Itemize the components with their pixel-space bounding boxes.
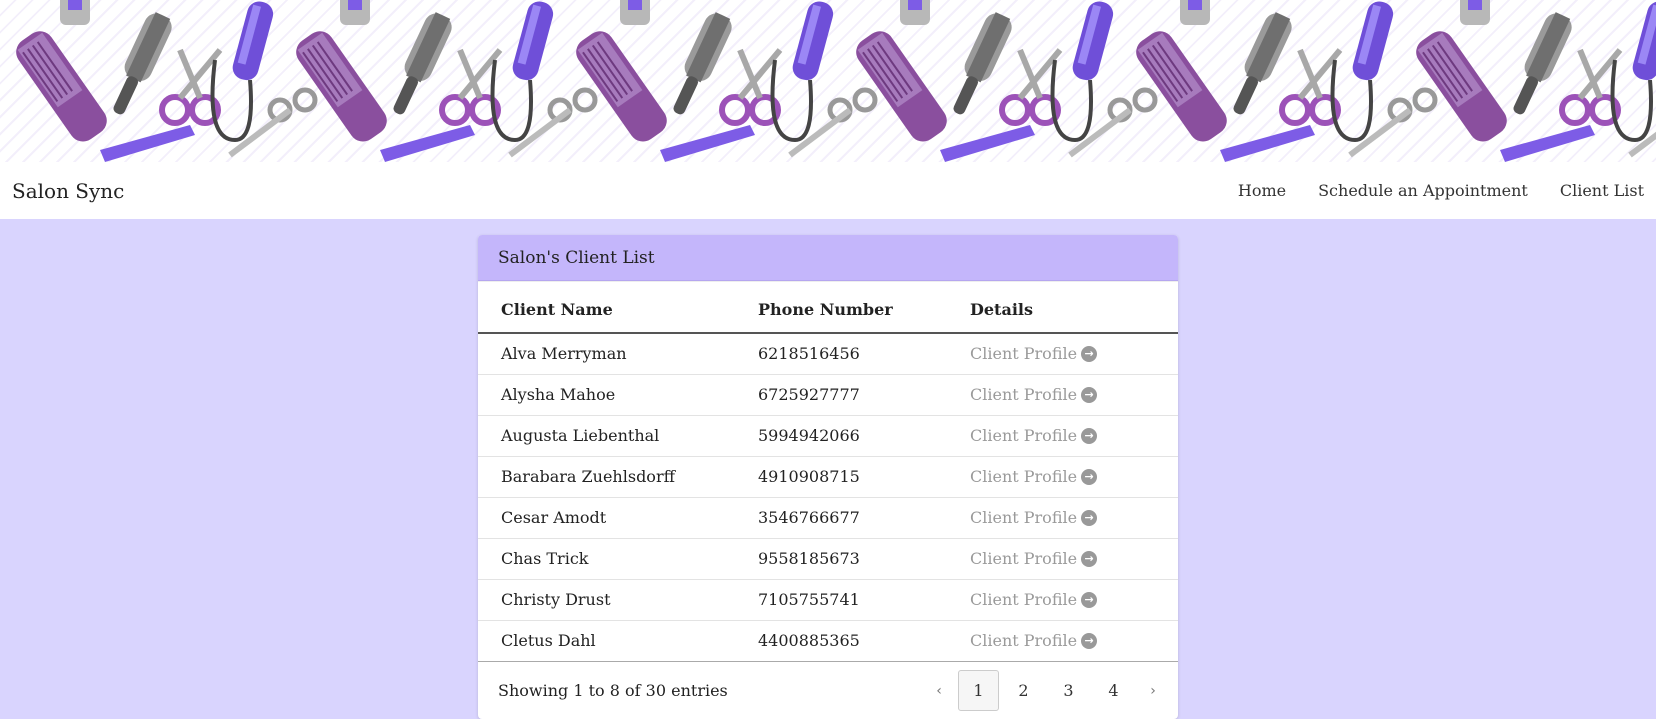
phone-number-cell: 4910908715 xyxy=(735,456,947,498)
details-cell: Client Profile → xyxy=(947,415,1178,457)
client-profile-link[interactable]: Client Profile → xyxy=(970,508,1098,527)
pagination-page-3[interactable]: 3 xyxy=(1048,670,1089,711)
client-profile-label: Client Profile xyxy=(970,467,1078,486)
column-header-details[interactable]: Details xyxy=(947,287,1178,334)
arrow-circle-right-icon: → xyxy=(1081,427,1098,444)
client-profile-label: Client Profile xyxy=(970,590,1078,609)
client-table-wrapper: Client Name Phone Number Details Alva Me… xyxy=(478,281,1178,662)
table-header-row: Client Name Phone Number Details xyxy=(478,287,1178,334)
client-table-body: Alva Merryman 6218516456 Client Profile → Al… xyxy=(478,333,1178,662)
card-title: Salon's Client List xyxy=(478,235,1178,281)
pagination-next-button[interactable]: › xyxy=(1138,670,1168,711)
nav-schedule-appointment-link[interactable]: Schedule an Appointment xyxy=(1318,181,1528,200)
brand-title[interactable]: Salon Sync xyxy=(12,179,124,203)
column-header-phone-number[interactable]: Phone Number xyxy=(735,287,947,334)
client-name-cell: Augusta Liebenthal xyxy=(478,415,735,457)
phone-number-cell: 3546766677 xyxy=(735,497,947,539)
nav-links: Home Schedule an Appointment Client List xyxy=(1206,181,1644,200)
arrow-circle-right-icon: → xyxy=(1081,550,1098,567)
arrow-circle-right-icon: → xyxy=(1081,591,1098,608)
client-profile-link[interactable]: Client Profile → xyxy=(970,549,1098,568)
details-cell: Client Profile → xyxy=(947,456,1178,498)
phone-number-cell: 9558185673 xyxy=(735,538,947,580)
client-profile-label: Client Profile xyxy=(970,508,1078,527)
salon-tools-pattern xyxy=(0,0,1656,162)
client-profile-link[interactable]: Client Profile → xyxy=(970,385,1098,404)
client-profile-label: Client Profile xyxy=(970,426,1078,445)
client-profile-label: Client Profile xyxy=(970,344,1078,364)
client-profile-link[interactable]: Client Profile → xyxy=(970,344,1098,364)
pagination-page-2[interactable]: 2 xyxy=(1003,670,1044,711)
phone-number-cell: 6725927777 xyxy=(735,374,947,416)
phone-number-cell: 5994942066 xyxy=(735,415,947,457)
client-profile-link[interactable]: Client Profile → xyxy=(970,426,1098,445)
client-profile-link[interactable]: Client Profile → xyxy=(970,631,1098,650)
table-row: Barabara Zuehlsdorff 4910908715 Client Pro… xyxy=(478,456,1178,498)
table-row: Augusta Liebenthal 5994942066 Client Profi… xyxy=(478,415,1178,457)
pagination-page-1[interactable]: 1 xyxy=(958,670,999,711)
client-table: Client Name Phone Number Details Alva Me… xyxy=(478,287,1178,662)
table-row: Chas Trick 9558185673 Client Profile → xyxy=(478,538,1178,580)
pagination-previous-button[interactable]: ‹ xyxy=(924,670,954,711)
pagination: ‹ 1 2 3 4 › xyxy=(920,670,1168,711)
nav-client-list-link[interactable]: Client List xyxy=(1560,181,1644,200)
client-name-cell: Alva Merryman xyxy=(478,333,735,375)
header-banner-image xyxy=(0,0,1656,162)
client-profile-label: Client Profile xyxy=(970,385,1078,404)
details-cell: Client Profile → xyxy=(947,620,1178,662)
arrow-circle-right-icon: → xyxy=(1081,386,1098,403)
client-profile-link[interactable]: Client Profile → xyxy=(970,590,1098,609)
table-row: Alysha Mahoe 6725927777 Client Profile → xyxy=(478,374,1178,416)
navbar: Salon Sync Home Schedule an Appointment … xyxy=(0,162,1656,219)
details-cell: Client Profile → xyxy=(947,538,1178,580)
table-footer: Showing 1 to 8 of 30 entries ‹ 1 2 3 4 › xyxy=(478,662,1178,719)
table-row: Cletus Dahl 4400885365 Client Profile → xyxy=(478,620,1178,662)
phone-number-cell: 4400885365 xyxy=(735,620,947,662)
details-cell: Client Profile → xyxy=(947,374,1178,416)
column-header-client-name[interactable]: Client Name xyxy=(478,287,735,334)
table-row: Cesar Amodt 3546766677 Client Profile → xyxy=(478,497,1178,539)
details-cell: Client Profile → xyxy=(947,333,1178,375)
client-name-cell: Barabara Zuehlsdorff xyxy=(478,456,735,498)
pagination-page-4[interactable]: 4 xyxy=(1093,670,1134,711)
client-name-cell: Chas Trick xyxy=(478,538,735,580)
client-name-cell: Alysha Mahoe xyxy=(478,374,735,416)
table-row: Alva Merryman 6218516456 Client Profile → xyxy=(478,333,1178,375)
arrow-circle-right-icon: → xyxy=(1081,468,1098,485)
client-profile-label: Client Profile xyxy=(970,631,1078,650)
phone-number-cell: 6218516456 xyxy=(735,333,947,375)
client-name-cell: Cesar Amodt xyxy=(478,497,735,539)
table-row: Christy Drust 7105755741 Client Profile → xyxy=(478,579,1178,621)
arrow-circle-right-icon: → xyxy=(1081,632,1098,649)
details-cell: Client Profile → xyxy=(947,579,1178,621)
phone-number-cell: 7105755741 xyxy=(735,579,947,621)
details-cell: Client Profile → xyxy=(947,497,1178,539)
entries-info: Showing 1 to 8 of 30 entries xyxy=(498,681,728,700)
nav-home-link[interactable]: Home xyxy=(1238,181,1286,200)
arrow-circle-right-icon: → xyxy=(1081,345,1098,362)
arrow-circle-right-icon: → xyxy=(1081,509,1098,526)
client-list-card: Salon's Client List Client Name Phone Nu… xyxy=(478,235,1178,719)
client-profile-label: Client Profile xyxy=(970,549,1078,568)
client-name-cell: Cletus Dahl xyxy=(478,620,735,662)
client-name-cell: Christy Drust xyxy=(478,579,735,621)
client-profile-link[interactable]: Client Profile → xyxy=(970,467,1098,486)
